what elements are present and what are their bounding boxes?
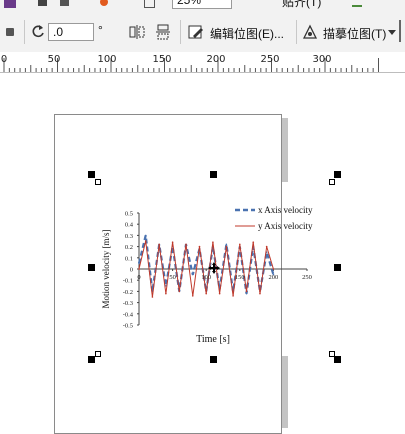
y-tick-label: 0.1 [125,255,133,262]
y-tick-label: -0.4 [123,311,134,318]
y-tick-label: -0.3 [123,300,133,307]
series-point-1 [232,295,234,297]
trace-dropdown-icon[interactable] [388,30,396,35]
horizontal-ruler[interactable]: 0 50 100 150 200 250 300 [0,52,405,73]
y-tick-label: 0.2 [125,244,133,251]
series-point-1 [178,290,181,293]
lock-ratio-icon[interactable] [6,28,14,36]
y-tick-label: 0.5 [125,211,133,218]
rotation-handle-top-left[interactable] [95,179,101,185]
edit-bitmap-icon [188,25,203,39]
move-cursor-icon [208,262,220,274]
page-shadow [282,118,288,182]
trace-bitmap-button[interactable]: 描摹位图(T) [323,25,386,42]
y-tick-label: 0.4 [125,222,134,229]
selection-handle-top-center[interactable] [210,171,217,178]
selection-handle-middle-left[interactable] [88,264,95,271]
x-tick-label: 200 [269,274,279,281]
options-icon[interactable] [352,0,362,7]
rotation-handle-bottom-left[interactable] [95,351,101,357]
print-icon[interactable] [60,0,69,6]
series-point-1 [138,268,140,270]
property-bar: .0 ° 编辑位图(E)... 描摹位图(T) [0,12,405,53]
legend-label: y Axis velocity [258,221,313,231]
snap-to-menu[interactable]: 贴齐(T) [282,0,321,10]
ruler-label: 50 [47,54,61,65]
selected-chart-bitmap[interactable]: 0.5 0.4 0.3 0.2 0.1 0 -0.1 -0.2 -0.3 -0.4 -0.5 0 50 1… [95,195,325,355]
ruler-label: 300 [312,54,332,65]
y-tick-label: -0.5 [123,323,133,330]
zoom-level-field[interactable]: 25% [172,0,232,9]
ruler-label: 150 [152,54,172,65]
series-point-1 [205,292,207,295]
page-shadow [282,356,288,428]
degree-symbol: ° [98,23,103,37]
x-tick-label: 150 [235,274,245,281]
toolbar-overflow-icon[interactable] [399,20,401,42]
selection-handle-top-right[interactable] [334,171,341,178]
series-point-0 [225,243,228,246]
y-tick-label: -0.1 [123,278,133,285]
separator [296,20,297,44]
series-point-1 [212,241,214,243]
separator [24,20,25,44]
rotation-handle-bottom-right[interactable] [329,351,335,357]
y-tick-label: 0.3 [125,233,133,240]
x-tick-label: 0 [137,274,140,281]
rotation-handle-top-right[interactable] [329,179,335,185]
series-point-1 [252,241,255,243]
ruler-label: 0 [0,54,8,65]
series-point-1 [265,245,268,248]
trace-bitmap-icon [302,24,318,39]
x-tick-label: 100 [201,274,211,281]
series-point-1 [272,268,275,270]
series-point-1 [245,290,248,293]
selection-handle-bottom-center[interactable] [210,356,217,363]
x-tick-label: 250 [302,274,312,281]
ruler-label: 200 [206,54,226,65]
ruler-ticks [3,58,379,72]
mirror-vertical-icon[interactable] [154,23,172,41]
series-point-1 [239,243,241,246]
save-icon[interactable] [38,0,47,6]
series-point-1 [171,241,174,243]
app-launcher-icon[interactable] [100,0,108,6]
separator [180,20,181,44]
series-point-0 [144,234,147,237]
series-point-1 [218,292,221,295]
series-point-0 [191,273,194,276]
rotation-angle-input[interactable]: .0 [48,23,94,41]
edit-bitmap-button[interactable]: 编辑位图(E)... [210,25,284,42]
rotation-icon [32,25,44,38]
series-point-1 [158,243,160,246]
series-point-1 [185,243,187,246]
mirror-horizontal-icon[interactable] [128,23,146,41]
ruler-label: 250 [260,54,280,65]
y-axis-label: Motion velocity [m/s] [101,230,111,309]
selection-handle-top-left[interactable] [88,171,95,178]
selection-handle-bottom-left[interactable] [88,356,95,363]
y-tick-label: 0 [130,267,133,274]
series-point-0 [245,292,248,295]
series-point-1 [151,296,154,298]
selection-handle-bottom-right[interactable] [334,356,341,363]
y-tick-label: -0.2 [123,289,133,296]
x-tick-label: 50 [169,274,176,281]
series-point-1 [144,240,147,242]
series-point-1 [259,292,261,295]
ruler-label: 100 [97,54,117,65]
x-axis-label: Time [s] [196,334,230,345]
fullscreen-icon[interactable] [144,0,155,8]
pick-tool-icon[interactable] [4,0,16,8]
series-point-1 [225,245,228,248]
legend-label: x Axis velocity [258,205,313,215]
selection-handle-middle-right[interactable] [334,264,341,271]
series-point-1 [191,295,194,297]
series-point-0 [138,262,140,265]
series-point-1 [198,245,201,248]
series-point-1 [165,292,167,295]
